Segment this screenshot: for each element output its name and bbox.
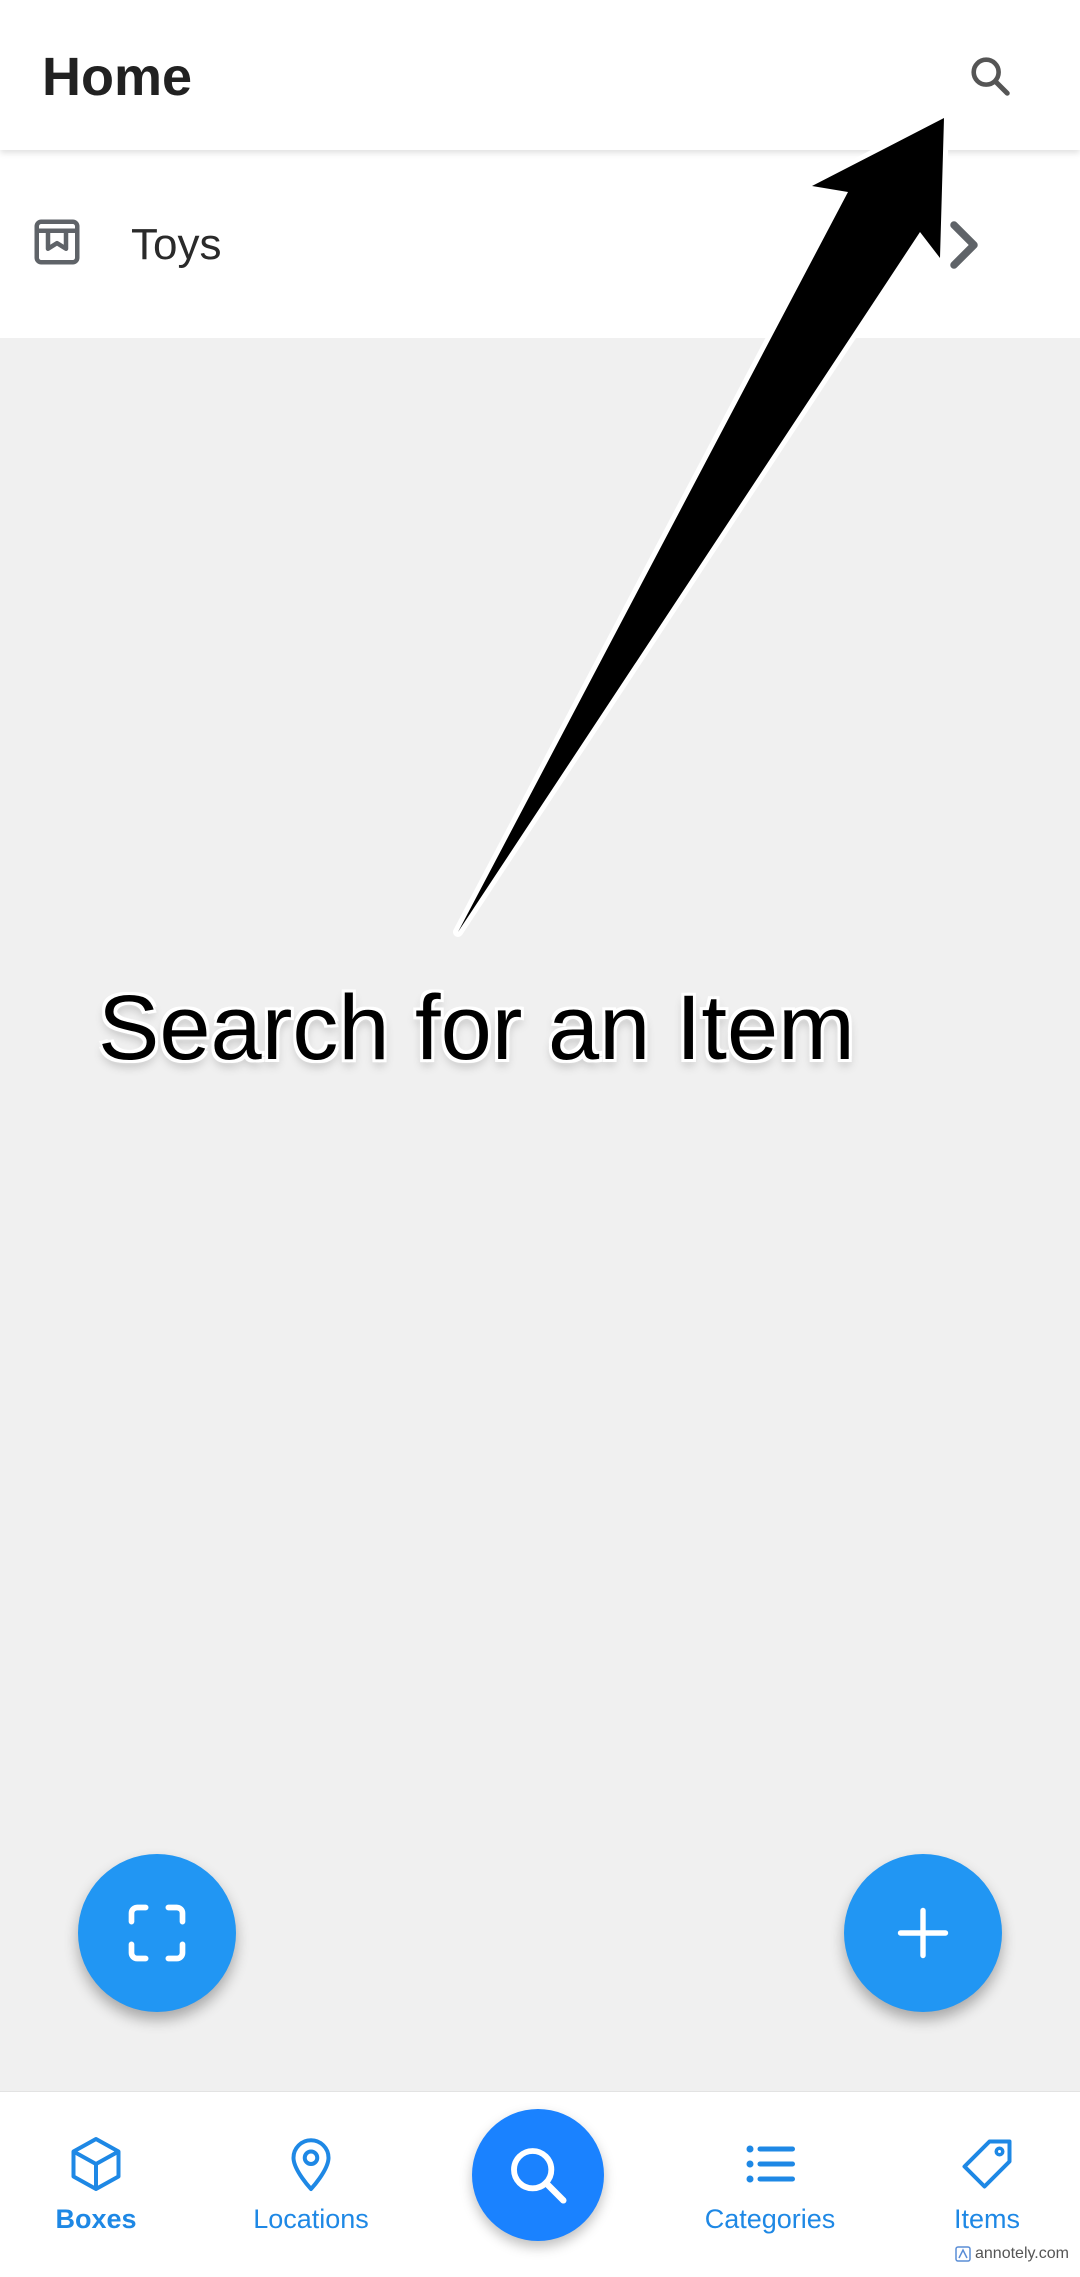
nav-item-label: Locations: [253, 2204, 369, 2234]
scan-frame-icon: [128, 1904, 186, 1962]
watermark: annotely.com: [955, 2245, 1069, 2263]
tag-icon: [962, 2139, 1012, 2189]
search-icon: [511, 2148, 567, 2204]
list-item[interactable]: Toys: [0, 150, 1080, 338]
annotation-text: Search for an Item: [98, 977, 855, 1079]
search-button[interactable]: [950, 40, 1030, 112]
nav-item-label: Categories: [704, 2204, 836, 2234]
annotely-logo-icon: [955, 2246, 971, 2262]
content-area: [0, 338, 1080, 2091]
center-search-button[interactable]: [472, 2109, 604, 2241]
archive-box-icon: [34, 219, 80, 265]
list-icon: [746, 2145, 795, 2183]
list-item-label: Toys: [131, 220, 222, 269]
box-list: Toys: [0, 150, 1080, 338]
plus-icon: [897, 1907, 949, 1959]
page-title: Home: [42, 47, 193, 107]
app-bar: Home: [0, 0, 1080, 150]
map-pin-icon: [291, 2138, 331, 2191]
cube-icon: [71, 2137, 121, 2191]
search-icon: [971, 57, 1010, 96]
watermark-text: annotely.com: [975, 2245, 1069, 2262]
nav-item-locations[interactable]: Locations: [234, 2092, 388, 2277]
scan-button[interactable]: [78, 1854, 236, 2012]
add-button[interactable]: [844, 1854, 1002, 2012]
chevron-right-icon: [950, 221, 978, 269]
nav-item-label: Boxes: [55, 2204, 137, 2234]
nav-item-boxes[interactable]: Boxes: [36, 2092, 156, 2277]
nav-item-label: Items: [953, 2204, 1020, 2234]
nav-item-categories[interactable]: Categories: [690, 2092, 850, 2277]
